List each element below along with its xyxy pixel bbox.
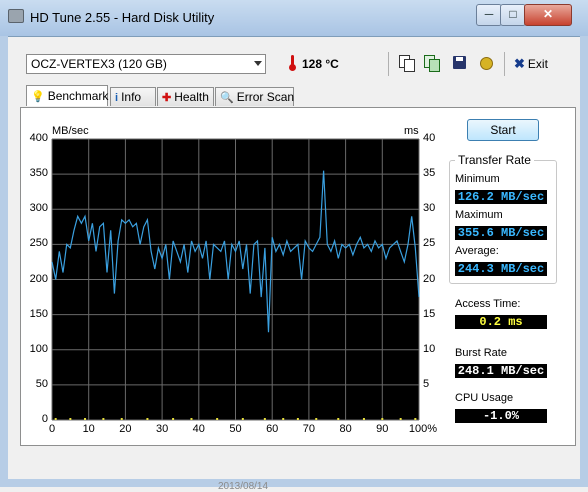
maximum-value: 355.6 MB/sec (455, 226, 547, 240)
drive-select-value: OCZ-VERTEX3 (120 GB) (31, 57, 167, 71)
copy-text-icon[interactable] (399, 55, 415, 72)
title-bar: HD Tune 2.55 - Hard Disk Utility ─ □ ✕ (0, 0, 588, 37)
temperature-value: 128 °C (302, 57, 339, 71)
cpu-usage-value: -1.0% (455, 409, 547, 423)
window-frame-bottom (0, 479, 588, 487)
exit-x-icon: ✖ (514, 56, 525, 71)
hard-disk-icon (8, 9, 24, 23)
exit-button[interactable]: ✖ Exit (514, 56, 548, 72)
save-icon[interactable] (452, 55, 468, 71)
tab-info[interactable]: i Info (110, 87, 156, 106)
info-icon: i (115, 92, 119, 104)
health-cross-icon: ✚ (162, 92, 172, 104)
burst-rate-label: Burst Rate (455, 347, 507, 359)
window-frame-right (580, 36, 588, 487)
tab-health[interactable]: ✚ Health (157, 87, 214, 106)
tab-info-label: Info (121, 90, 142, 104)
y2-axis-label: ms (404, 125, 419, 137)
average-label: Average: (455, 245, 499, 257)
close-button[interactable]: ✕ (524, 4, 572, 26)
tab-health-label: Health (174, 90, 209, 104)
toolbar-separator (504, 52, 505, 76)
access-time-label: Access Time: (455, 298, 521, 310)
options-icon[interactable] (478, 55, 494, 71)
toolbar-separator (388, 52, 389, 76)
drive-select[interactable]: OCZ-VERTEX3 (120 GB) (26, 54, 266, 74)
minimum-label: Minimum (455, 173, 500, 185)
transfer-rate-title: Transfer Rate (455, 153, 534, 167)
average-value: 244.3 MB/sec (455, 262, 547, 276)
window-frame-left (0, 36, 8, 487)
chevron-down-icon (254, 61, 262, 66)
exit-label: Exit (527, 57, 548, 71)
y-axis-label: MB/sec (52, 125, 89, 137)
maximize-button[interactable]: □ (500, 4, 526, 26)
minimize-button[interactable]: ─ (476, 4, 502, 26)
tab-benchmark[interactable]: 💡 Benchmark (26, 85, 108, 106)
magnifier-icon: 🔍 (220, 92, 234, 104)
cpu-usage-label: CPU Usage (455, 392, 514, 404)
window-title: HD Tune 2.55 - Hard Disk Utility (30, 10, 215, 25)
tab-benchmark-label: Benchmark (47, 89, 109, 103)
lightbulb-icon: 💡 (31, 91, 45, 103)
tab-error-scan[interactable]: 🔍 Error Scan (215, 87, 294, 106)
maximum-label: Maximum (455, 209, 503, 221)
burst-rate-value: 248.1 MB/sec (455, 364, 547, 378)
thermometer-icon (288, 54, 296, 72)
tab-error-scan-label: Error Scan (236, 90, 295, 104)
start-button[interactable]: Start (467, 119, 539, 141)
minimum-value: 126.2 MB/sec (455, 190, 547, 204)
access-time-value: 0.2 ms (455, 315, 547, 329)
copy-screenshot-icon[interactable] (424, 55, 440, 72)
